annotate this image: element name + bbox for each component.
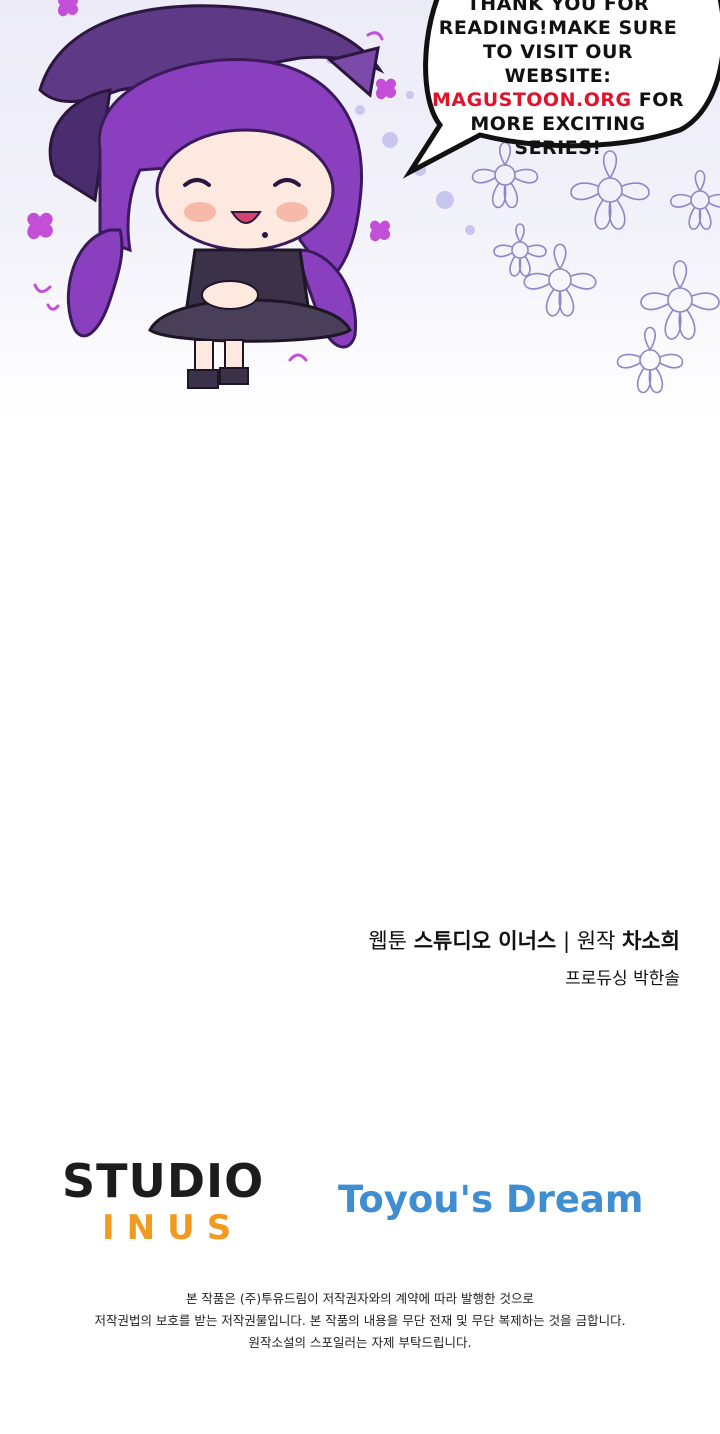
toyous-dream-logo: Toyou's Dream [338,1178,644,1221]
illustration-panel: THANK YOU FOR READING!MAKE SURE TO VISIT… [0,0,720,420]
bubble-line-4-suffix: FOR [631,89,684,111]
bubble-line-1: THANK YOU FOR [466,0,650,15]
original-label: 원작 [576,929,616,953]
bubble-line-3: TO VISIT OUR WEBSITE: [482,41,634,87]
bubble-line-4: MAGUSTOON.ORG FOR [430,88,686,112]
bubble-line-2: READING!MAKE SURE [438,17,678,39]
credits-row-main: 웹툰 스튜디오 이너스 | 원작 차소희 [368,924,680,958]
webtoon-label: 웹툰 [368,929,407,953]
credits-separator: | [562,929,571,953]
bubble-line-5: MORE EXCITING [470,113,646,135]
credits: 웹툰 스튜디오 이너스 | 원작 차소희 프로듀싱 박한솔 [368,924,680,994]
website-link[interactable]: MAGUSTOON.ORG [432,89,632,111]
webtoon-studio-name: 스튜디오 이너스 [413,929,557,953]
blossom-outlines [471,141,720,394]
notice-line-1: 본 작품은 (주)투유드림이 저작권자와의 계약에 따라 발행한 것으로 [185,1291,535,1306]
studio-logo-top: STUDIO [62,1154,265,1208]
original-author-name: 차소희 [622,929,680,953]
producing-label: 프로듀싱 [565,969,628,989]
studio-logo-bottom: INUS [102,1208,244,1248]
speech-bubble-text: THANK YOU FOR READING!MAKE SURE TO VISIT… [430,0,686,160]
producing-name: 박한솔 [633,969,680,989]
copyright-notice: 본 작품은 (주)투유드림이 저작권자와의 계약에 따라 발행한 것으로 저작권… [0,1288,720,1354]
bubble-line-6: SERIES! [514,137,602,159]
chibi-face [155,128,335,252]
notice-line-3: 원작소설의 스포일러는 자제 부탁드립니다. [248,1335,472,1350]
studio-inus-logo: STUDIO INUS [62,1154,268,1248]
notice-line-2: 저작권법의 보호를 받는 저작권물입니다. 본 작품의 내용을 무단 전재 및 … [94,1313,626,1328]
credits-row-producing: 프로듀싱 박한솔 [368,964,680,994]
